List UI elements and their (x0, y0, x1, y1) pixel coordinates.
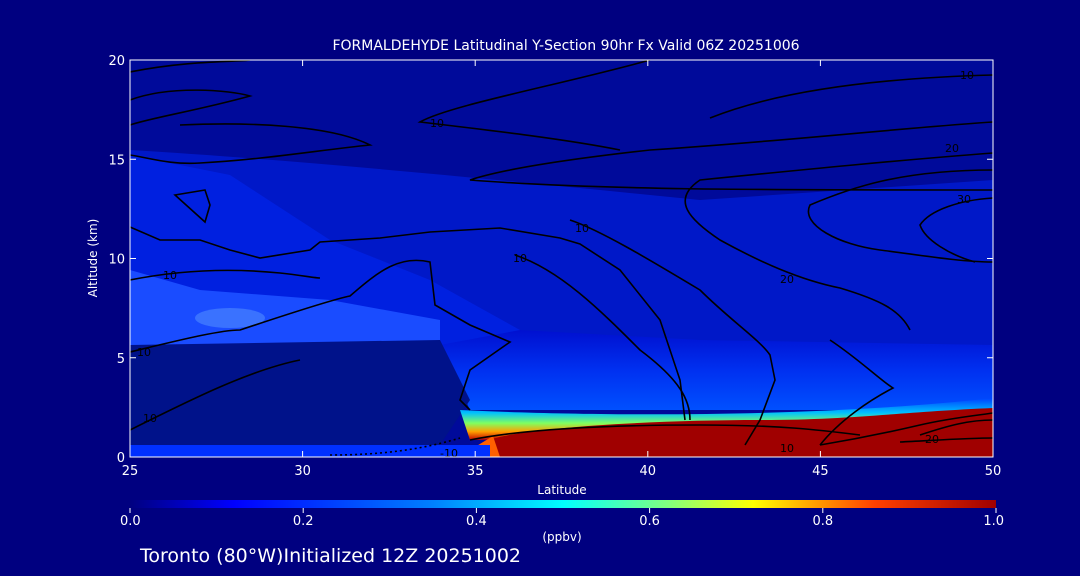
contour-label: 20 (925, 433, 939, 446)
x-tick-label: 30 (294, 464, 311, 479)
chart: 10 10 20 30 10 20 10 10 10 10 -10 10 20 … (86, 38, 1004, 567)
x-tick-label: 45 (812, 464, 829, 479)
colorbar-tick-label: 0.4 (466, 514, 487, 529)
contour-label: 20 (945, 142, 959, 155)
x-tick-label: 50 (985, 464, 1002, 479)
x-axis-label: Latitude (537, 483, 586, 497)
colorbar-tick-label: 1.0 (983, 514, 1004, 529)
y-tick-label: 15 (108, 153, 125, 168)
colorbar-tick-label: 0.8 (812, 514, 833, 529)
colorbar-tick-label: 0.0 (120, 514, 141, 529)
contour-label: 10 (163, 269, 177, 282)
field-low-south (130, 340, 470, 445)
x-tick-label: 40 (640, 464, 657, 479)
y-tick-label: 10 (108, 253, 125, 268)
y-tick-label: 20 (108, 54, 125, 69)
x-tick-label: 35 (467, 464, 484, 479)
initialization-text: Toronto (80°W)Initialized 12Z 20251002 (139, 545, 521, 567)
contour-label: 10 (430, 117, 444, 130)
contour-label: 10 (960, 69, 974, 82)
contour-label: 10 (143, 412, 157, 425)
contour-label: 10 (513, 252, 527, 265)
field-surface-strip (130, 445, 490, 457)
y-axis-label: Altitude (km) (86, 219, 100, 298)
contour-label: -10 (440, 447, 458, 460)
colorbar-ticks: 0.0 0.2 0.4 0.6 0.8 1.0 (120, 508, 1004, 529)
contour-label: 10 (575, 222, 589, 235)
y-tick-label: 5 (117, 352, 125, 367)
chart-title: FORMALDEHYDE Latitudinal Y-Section 90hr … (332, 38, 799, 54)
colorbar-tick-label: 0.2 (293, 514, 314, 529)
x-tick-label: 25 (122, 464, 139, 479)
colorbar-label: (ppbv) (542, 530, 581, 544)
colorbar-tick-label: 0.6 (639, 514, 660, 529)
colorbar (130, 500, 996, 508)
contour-label: 30 (957, 193, 971, 206)
contour-label: 20 (780, 273, 794, 286)
contour-label: 10 (137, 346, 151, 359)
y-tick-label: 0 (117, 451, 125, 466)
contour-label: 10 (780, 442, 794, 455)
